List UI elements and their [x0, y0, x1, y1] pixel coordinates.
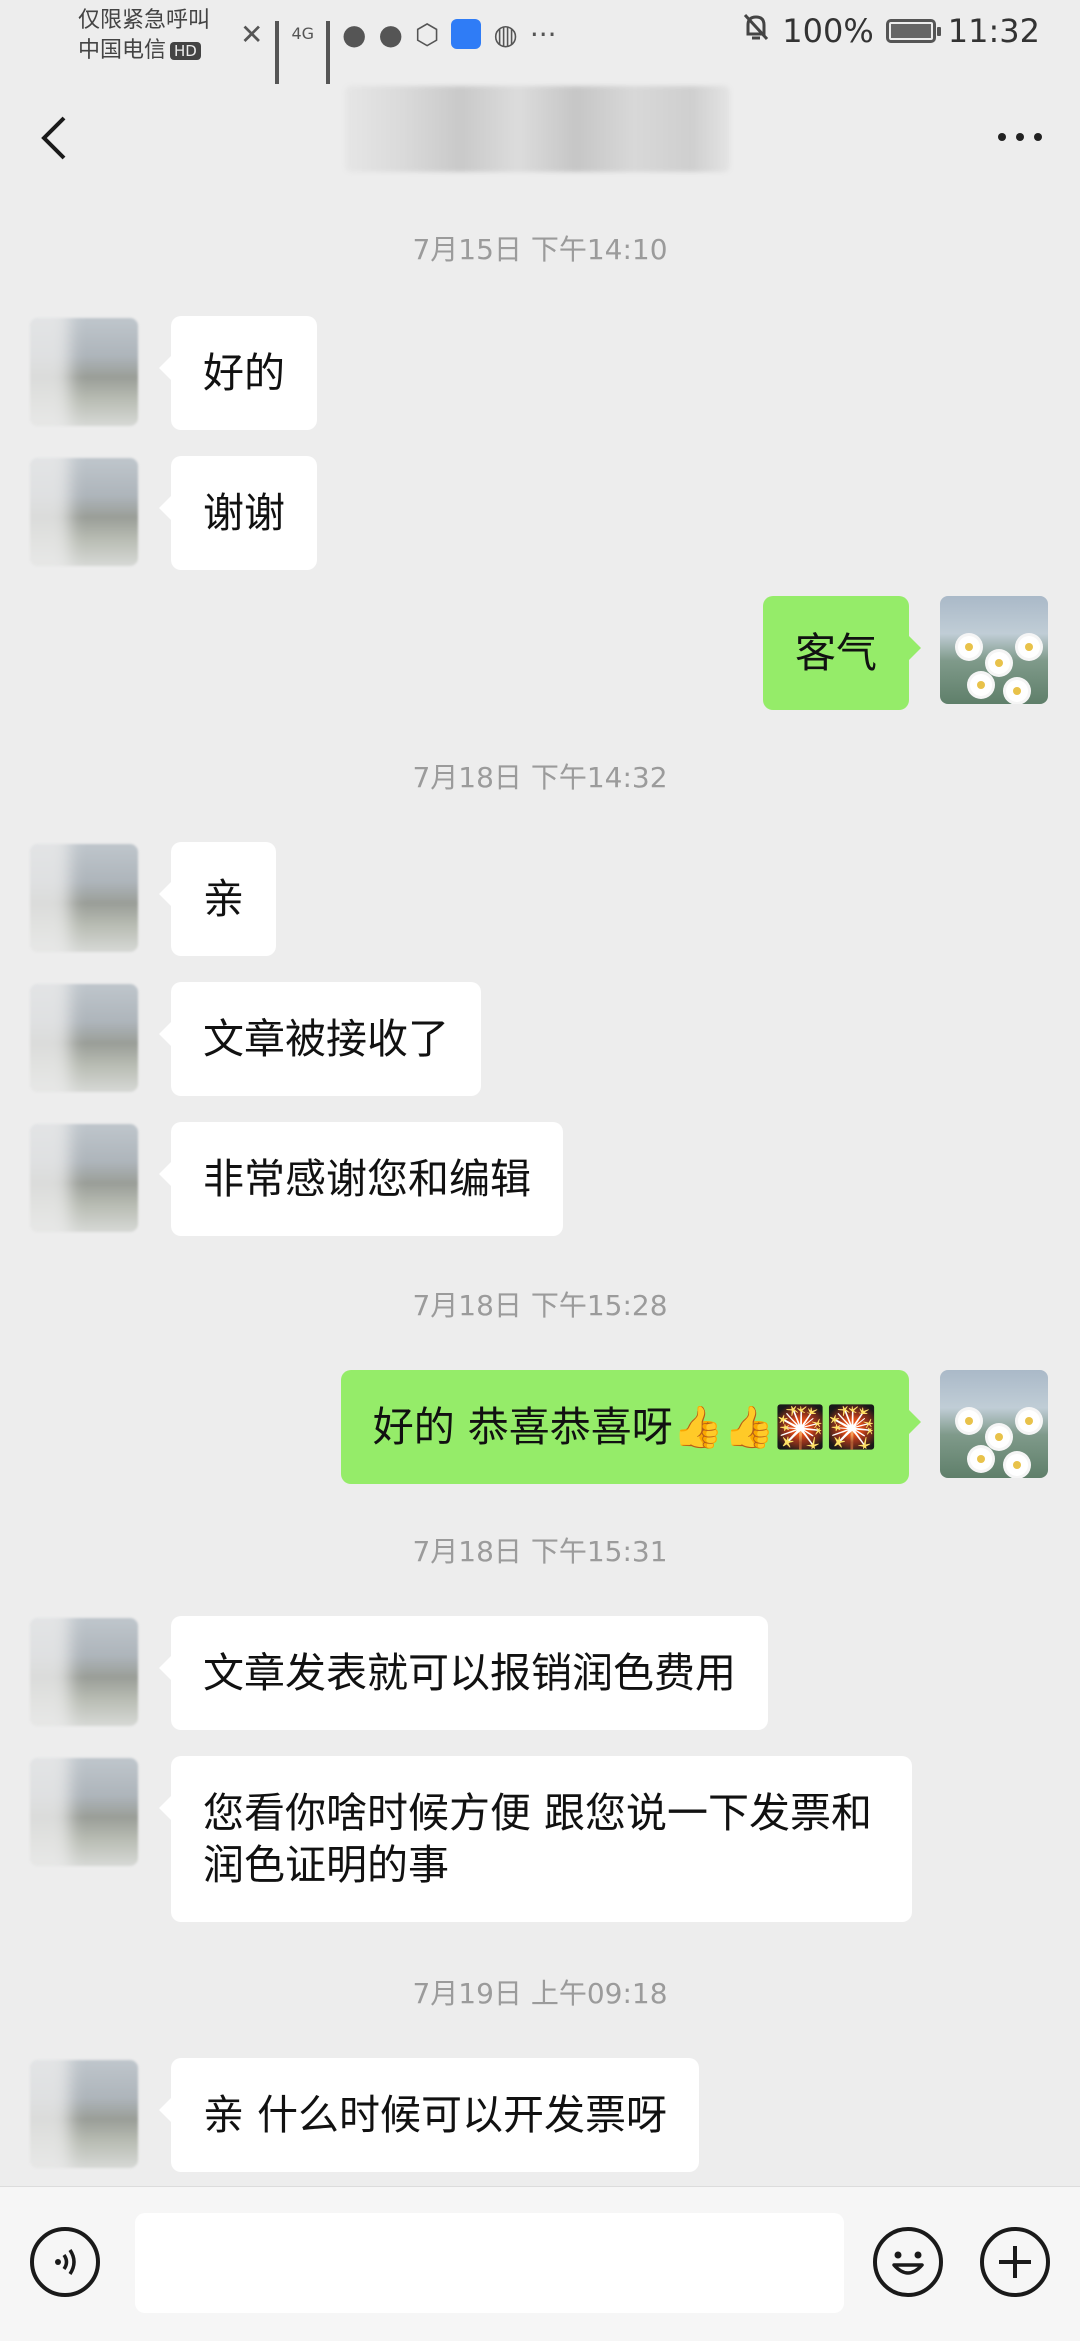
status-icons: ✕ 4G ● ● ⬡ ◍ ··· — [240, 14, 557, 84]
app-icon-blue — [451, 19, 482, 49]
status-left: 仅限紧急呼叫 中国电信 HD — [78, 6, 210, 66]
battery-percent: 100% — [782, 12, 874, 50]
message-bubble-incoming[interactable]: 谢谢 — [159, 456, 317, 570]
app-icon-ball: ◍ — [493, 17, 518, 51]
contact-avatar[interactable] — [30, 318, 138, 426]
signal-icon-2 — [326, 21, 331, 84]
wechat-icon-2: ● — [378, 17, 403, 51]
message-bubble-incoming[interactable]: 非常感谢您和编辑 — [159, 1122, 563, 1236]
no-call-icon: ✕ — [240, 17, 264, 51]
emergency-call-text: 仅限紧急呼叫 — [78, 8, 211, 33]
contact-avatar[interactable] — [30, 984, 138, 1092]
contact-avatar[interactable] — [30, 458, 138, 566]
contact-avatar[interactable] — [30, 1758, 138, 1866]
message-input[interactable] — [135, 2213, 844, 2313]
chat-header — [0, 72, 1080, 202]
signal-icon — [275, 21, 280, 84]
timestamp: 7月18日 下午15:28 — [412, 1289, 668, 1322]
timestamp: 7月18日 下午15:31 — [412, 1535, 668, 1568]
message-bubble-outgoing[interactable]: 好的 恭喜恭喜呀👍👍🎇🎇 — [340, 1370, 922, 1484]
wechat-icon: ● — [342, 17, 367, 51]
contact-avatar[interactable] — [30, 2060, 138, 2168]
timestamp: 7月18日 下午14:32 — [412, 761, 668, 794]
back-icon[interactable] — [30, 108, 80, 168]
status-right: 100% 11:32 — [742, 12, 1040, 50]
input-bar — [0, 2186, 1080, 2341]
my-avatar[interactable] — [940, 596, 1048, 704]
message-bubble-outgoing[interactable]: 客气 — [763, 596, 921, 710]
message-bubble-incoming[interactable]: 亲 什么时候可以开发票呀 — [158, 2058, 700, 2172]
contact-avatar[interactable] — [30, 1124, 138, 1232]
contact-avatar[interactable] — [30, 1618, 138, 1726]
emoji-icon[interactable] — [873, 2227, 943, 2297]
status-bar: 仅限紧急呼叫 中国电信 HD ✕ 4G ● ● ⬡ ◍ ··· 100% 11:3… — [0, 0, 1080, 84]
message-bubble-incoming[interactable]: 亲 — [159, 842, 276, 956]
timestamp: 7月15日 下午14:10 — [412, 233, 668, 266]
app-icon: ⬡ — [414, 17, 440, 51]
battery-icon — [885, 19, 941, 43]
carrier-name: 中国电信 — [78, 38, 167, 63]
carrier-row: 中国电信 HD — [78, 36, 210, 66]
timestamp: 7月19日 上午09:18 — [412, 1977, 668, 2010]
more-notifications: ··· — [529, 17, 557, 51]
hd-badge: HD — [170, 42, 201, 60]
more-icon[interactable] — [990, 127, 1050, 147]
my-avatar[interactable] — [940, 1370, 1048, 1478]
message-bubble-incoming[interactable]: 文章发表就可以报销润色费用 — [159, 1616, 768, 1730]
contact-avatar[interactable] — [30, 844, 138, 952]
message-bubble-incoming[interactable]: 文章被接收了 — [159, 982, 481, 1096]
contact-name-blurred — [345, 86, 730, 172]
mute-bell-icon — [742, 12, 770, 50]
clock: 11:32 — [947, 12, 1040, 50]
network-type: 4G — [291, 24, 315, 43]
message-bubble-incoming[interactable]: 您看你啥时候方便 跟您说一下发票和润色证明的事 — [159, 1756, 912, 1922]
plus-icon[interactable] — [980, 2227, 1050, 2297]
message-bubble-incoming[interactable]: 好的 — [159, 316, 317, 430]
voice-icon[interactable] — [30, 2227, 100, 2297]
